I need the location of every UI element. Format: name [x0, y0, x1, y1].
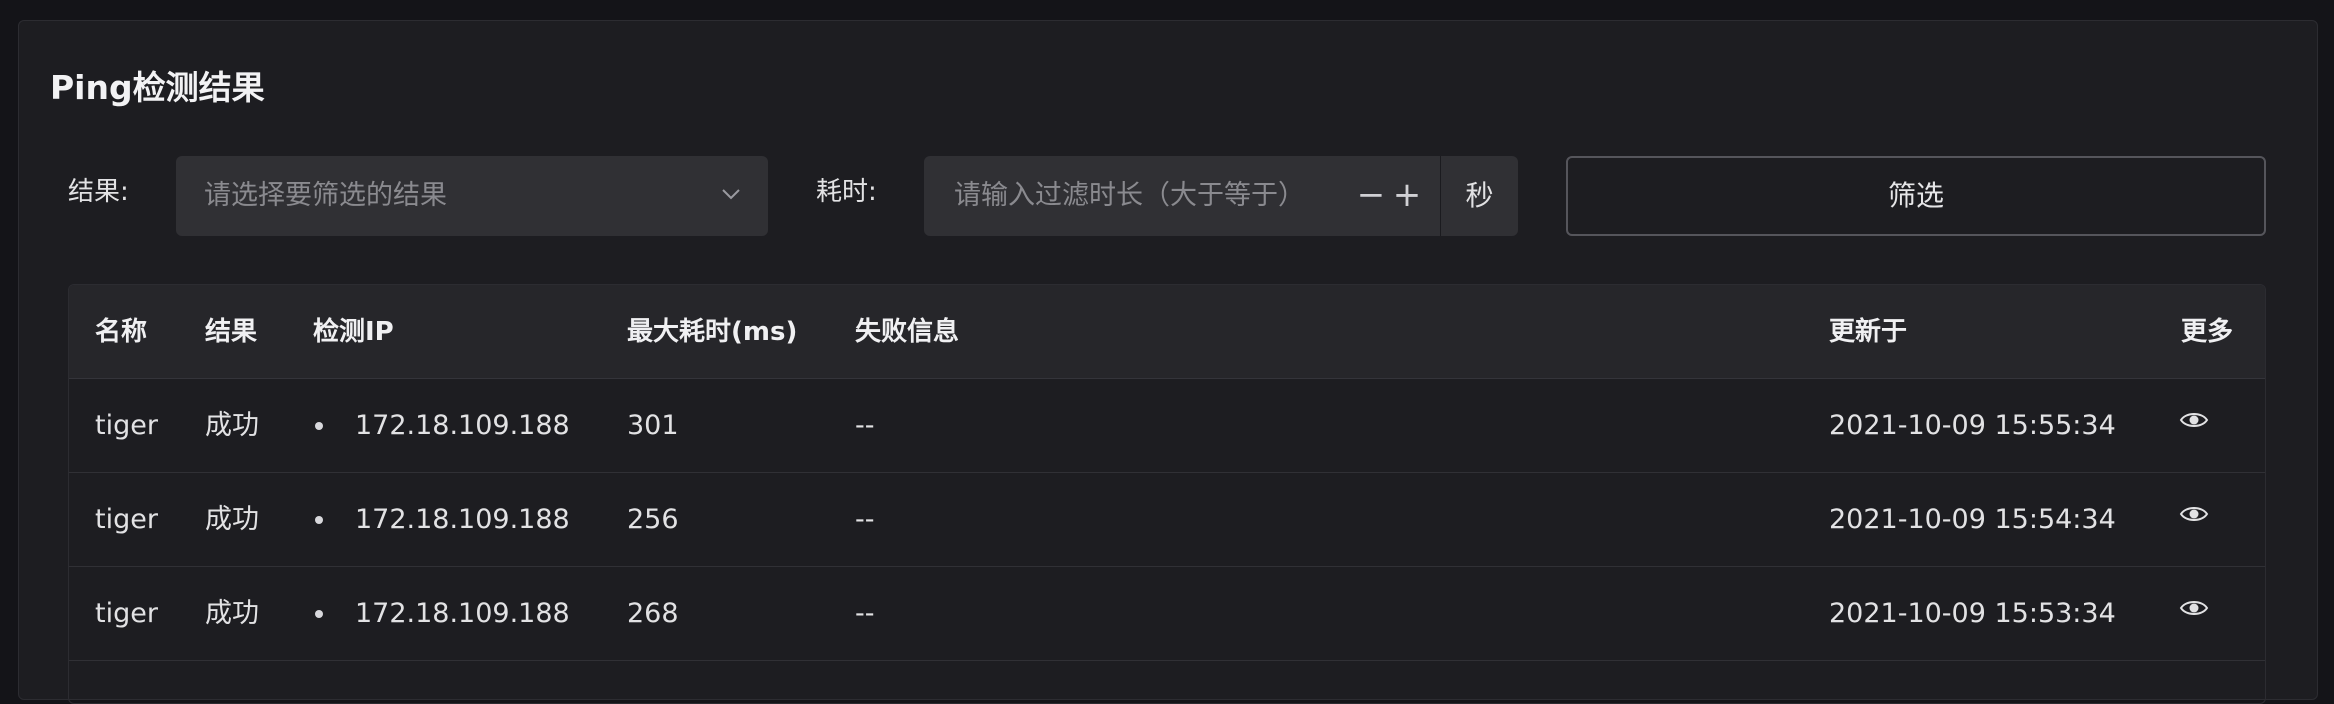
cell-updated: 2021-10-09 15:53:34 [1829, 598, 2116, 629]
cell-updated: 2021-10-09 15:54:34 [1829, 504, 2116, 535]
table-row: tiger 成功 172.18.109.188 268 -- 2021-10-0… [69, 567, 2265, 661]
seconds-unit-addon: 秒 [1440, 156, 1518, 236]
eye-icon[interactable] [2179, 597, 2209, 619]
cell-result: 成功 [205, 598, 259, 629]
bullet-icon [315, 422, 323, 430]
column-header-ip: 检测IP [313, 317, 394, 347]
result-select-placeholder: 请选择要筛选的结果 [204, 180, 447, 211]
table-header: 名称 结果 检测IP 最大耗时(ms) 失败信息 更新于 更多 [69, 285, 2265, 379]
duration-input-placeholder: 请输入过滤时长（大于等于） [954, 180, 1305, 211]
chevron-down-icon [722, 189, 740, 200]
duration-filter-label: 耗时: [816, 177, 877, 207]
column-header-max-time: 最大耗时(ms) [627, 317, 798, 347]
results-table: 名称 结果 检测IP 最大耗时(ms) 失败信息 更新于 更多 tiger 成功… [68, 284, 2266, 704]
column-header-result: 结果 [205, 317, 258, 347]
bullet-icon [315, 516, 323, 524]
cell-result: 成功 [205, 504, 259, 535]
cell-name: tiger [95, 504, 158, 535]
cell-error: -- [855, 598, 875, 629]
increment-button[interactable]: + [1390, 176, 1424, 216]
duration-input[interactable]: 请输入过滤时长（大于等于） − + 秒 [924, 156, 1518, 236]
page-title: Ping检测结果 [50, 68, 265, 107]
cell-error: -- [855, 410, 875, 441]
cell-max-time: 268 [627, 598, 679, 629]
eye-icon[interactable] [2179, 503, 2209, 525]
cell-ip: 172.18.109.188 [355, 504, 570, 535]
cell-max-time: 256 [627, 504, 679, 535]
filter-button[interactable]: 筛选 [1566, 156, 2266, 236]
column-header-error: 失败信息 [855, 317, 960, 347]
column-header-name: 名称 [95, 317, 148, 347]
decrement-button[interactable]: − [1354, 176, 1388, 216]
table-row: tiger 成功 172.18.109.188 301 -- 2021-10-0… [69, 379, 2265, 473]
bullet-icon [315, 610, 323, 618]
cell-ip: 172.18.109.188 [355, 598, 570, 629]
cell-result: 成功 [205, 410, 259, 441]
result-select[interactable]: 请选择要筛选的结果 [176, 156, 768, 236]
column-header-updated: 更新于 [1829, 317, 1908, 347]
cell-error: -- [855, 504, 875, 535]
cell-max-time: 301 [627, 410, 679, 441]
cell-name: tiger [95, 410, 158, 441]
table-row: tiger 成功 172.18.109.188 256 -- 2021-10-0… [69, 473, 2265, 567]
result-filter-label: 结果: [68, 177, 129, 207]
cell-updated: 2021-10-09 15:55:34 [1829, 410, 2116, 441]
cell-ip: 172.18.109.188 [355, 410, 570, 441]
column-header-more: 更多 [2181, 317, 2234, 347]
cell-name: tiger [95, 598, 158, 629]
eye-icon[interactable] [2179, 409, 2209, 431]
